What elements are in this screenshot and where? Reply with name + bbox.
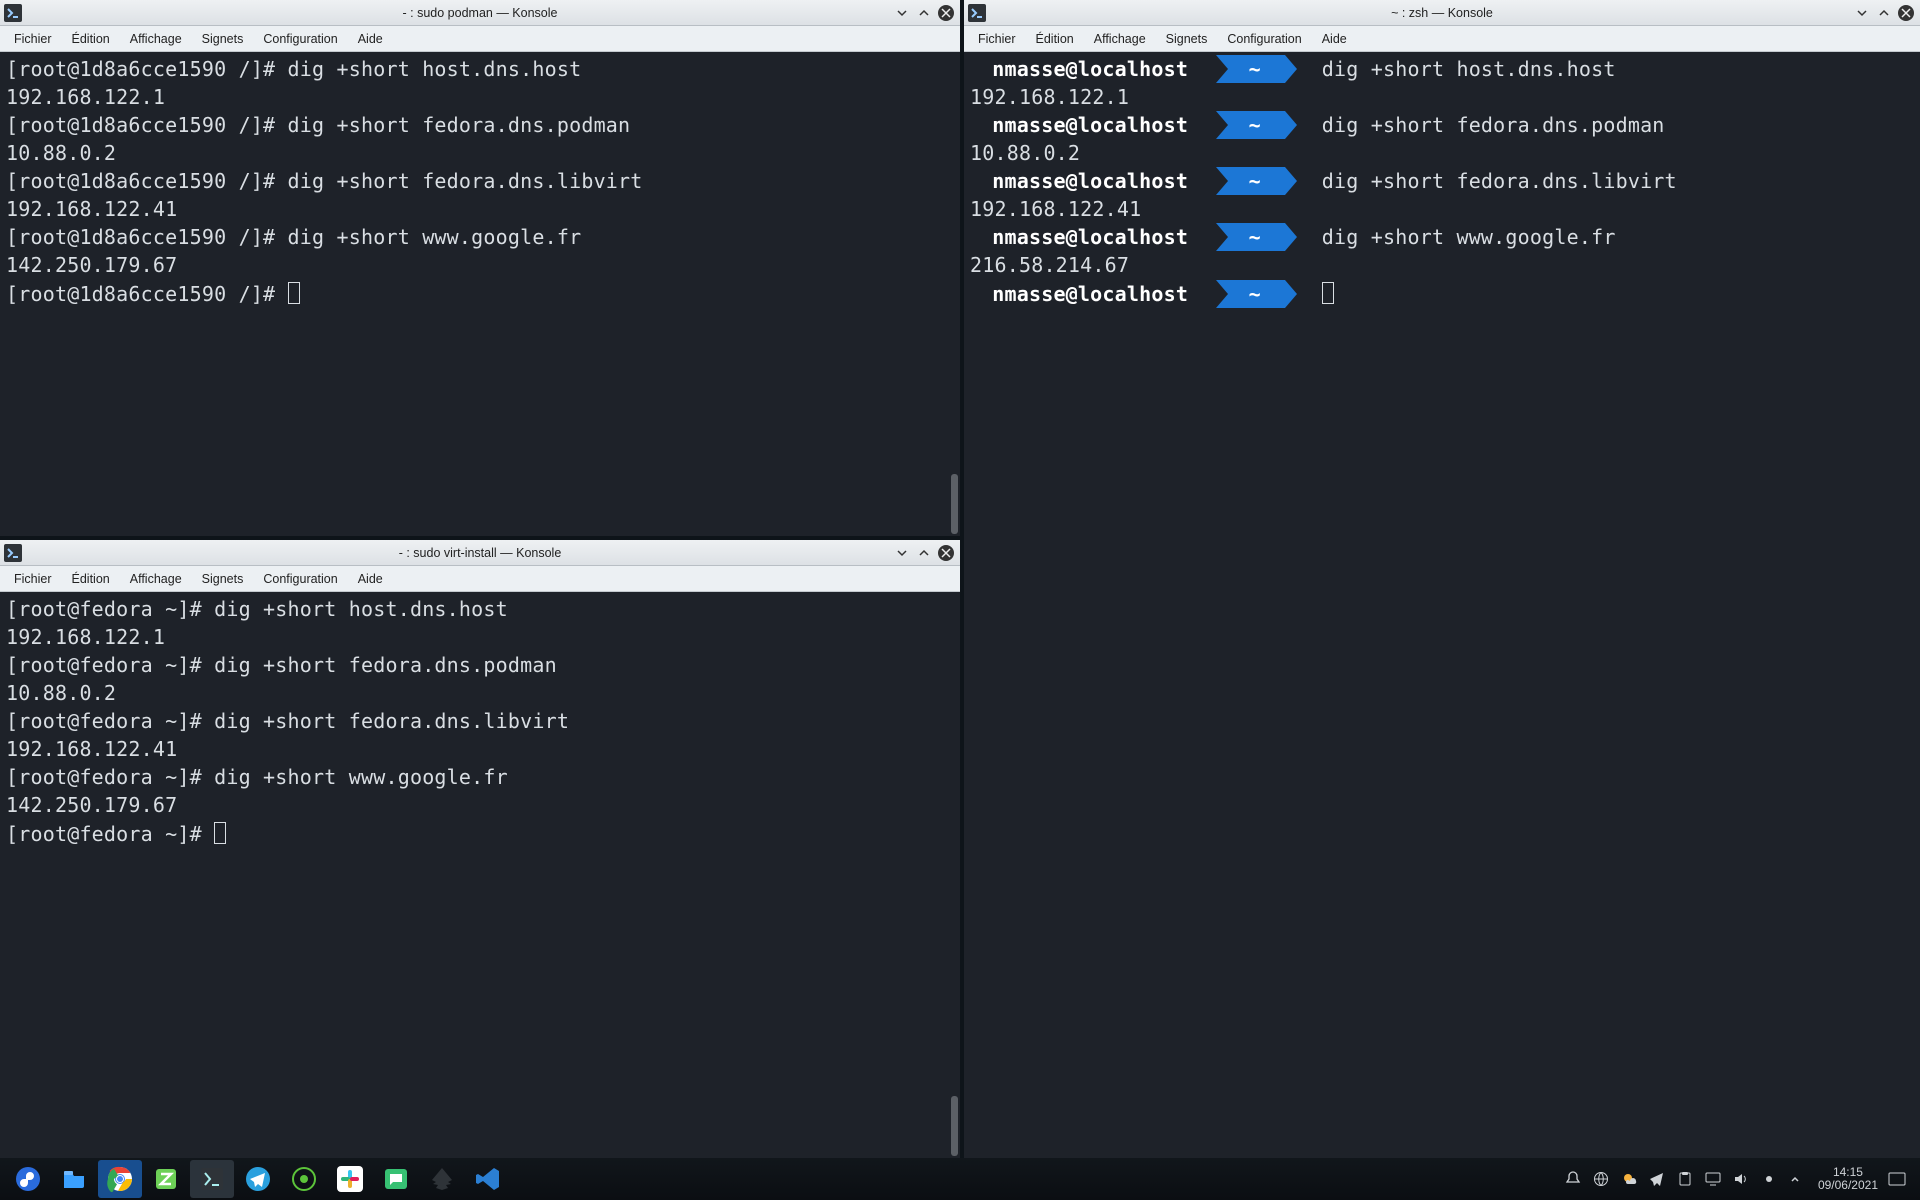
konsole-icon bbox=[4, 544, 22, 562]
taskbar-spotify-alt[interactable] bbox=[282, 1160, 326, 1198]
menu-bookmarks[interactable]: Signets bbox=[194, 569, 252, 589]
scrollbar[interactable] bbox=[951, 1096, 958, 1156]
tray-expand-icon[interactable] bbox=[1790, 1174, 1808, 1184]
menu-help[interactable]: Aide bbox=[350, 29, 391, 49]
menu-edit[interactable]: Édition bbox=[1028, 29, 1082, 49]
taskbar-telegram[interactable] bbox=[236, 1160, 280, 1198]
menubar: Fichier Édition Affichage Signets Config… bbox=[0, 566, 960, 592]
minimize-button[interactable] bbox=[1854, 5, 1870, 21]
minimize-button[interactable] bbox=[894, 545, 910, 561]
taskbar-zim[interactable] bbox=[144, 1160, 188, 1198]
system-tray bbox=[1564, 1170, 1786, 1188]
terminal-output[interactable]: nmasse@localhost ~ dig +short host.dns.h… bbox=[964, 52, 1920, 1158]
show-desktop-button[interactable] bbox=[1888, 1172, 1914, 1186]
updates-icon[interactable] bbox=[1760, 1170, 1778, 1188]
window-konsole-podman: - : sudo podman — Konsole Fichier Éditio… bbox=[0, 0, 960, 536]
taskbar-file-manager[interactable] bbox=[52, 1160, 96, 1198]
menu-view[interactable]: Affichage bbox=[122, 569, 190, 589]
menubar: Fichier Édition Affichage Signets Config… bbox=[0, 26, 960, 52]
display-icon[interactable] bbox=[1704, 1170, 1722, 1188]
menu-view[interactable]: Affichage bbox=[122, 29, 190, 49]
scrollbar[interactable] bbox=[951, 474, 958, 534]
maximize-button[interactable] bbox=[1876, 5, 1892, 21]
window-title: ~ : zsh — Konsole bbox=[964, 6, 1920, 20]
network-icon[interactable] bbox=[1592, 1170, 1610, 1188]
taskbar-chat[interactable] bbox=[374, 1160, 418, 1198]
menu-file[interactable]: Fichier bbox=[6, 29, 60, 49]
menu-bookmarks[interactable]: Signets bbox=[1158, 29, 1216, 49]
window-title: - : sudo virt-install — Konsole bbox=[0, 546, 960, 560]
notifications-icon[interactable] bbox=[1564, 1170, 1582, 1188]
titlebar[interactable]: - : sudo virt-install — Konsole bbox=[0, 540, 960, 566]
maximize-button[interactable] bbox=[916, 5, 932, 21]
menu-file[interactable]: Fichier bbox=[6, 569, 60, 589]
konsole-icon bbox=[4, 4, 22, 22]
titlebar[interactable]: - : sudo podman — Konsole bbox=[0, 0, 960, 26]
window-konsole-zsh: ~ : zsh — Konsole Fichier Édition Affich… bbox=[964, 0, 1920, 1158]
taskbar-inkscape[interactable] bbox=[420, 1160, 464, 1198]
clipboard-icon[interactable] bbox=[1676, 1170, 1694, 1188]
window-konsole-virt-install: - : sudo virt-install — Konsole Fichier … bbox=[0, 540, 960, 1158]
menubar: Fichier Édition Affichage Signets Config… bbox=[964, 26, 1920, 52]
terminal-output[interactable]: [root@fedora ~]# dig +short host.dns.hos… bbox=[0, 592, 960, 1158]
konsole-icon bbox=[968, 4, 986, 22]
menu-settings[interactable]: Configuration bbox=[255, 569, 345, 589]
menu-settings[interactable]: Configuration bbox=[255, 29, 345, 49]
window-title: - : sudo podman — Konsole bbox=[0, 6, 960, 20]
menu-view[interactable]: Affichage bbox=[1086, 29, 1154, 49]
clock-date: 09/06/2021 bbox=[1818, 1179, 1878, 1192]
taskbar-slack[interactable] bbox=[328, 1160, 372, 1198]
menu-settings[interactable]: Configuration bbox=[1219, 29, 1309, 49]
taskbar-fedora-menu[interactable] bbox=[6, 1160, 50, 1198]
telegram-tray-icon[interactable] bbox=[1648, 1170, 1666, 1188]
taskbar: 14:15 09/06/2021 bbox=[0, 1158, 1920, 1200]
titlebar[interactable]: ~ : zsh — Konsole bbox=[964, 0, 1920, 26]
volume-icon[interactable] bbox=[1732, 1170, 1750, 1188]
weather-icon[interactable] bbox=[1620, 1170, 1638, 1188]
close-button[interactable] bbox=[1898, 5, 1914, 21]
clock[interactable]: 14:15 09/06/2021 bbox=[1818, 1166, 1878, 1192]
close-button[interactable] bbox=[938, 545, 954, 561]
menu-help[interactable]: Aide bbox=[1314, 29, 1355, 49]
taskbar-chrome[interactable] bbox=[98, 1160, 142, 1198]
taskbar-vscode[interactable] bbox=[466, 1160, 510, 1198]
taskbar-konsole[interactable] bbox=[190, 1160, 234, 1198]
maximize-button[interactable] bbox=[916, 545, 932, 561]
minimize-button[interactable] bbox=[894, 5, 910, 21]
menu-bookmarks[interactable]: Signets bbox=[194, 29, 252, 49]
menu-edit[interactable]: Édition bbox=[64, 29, 118, 49]
menu-file[interactable]: Fichier bbox=[970, 29, 1024, 49]
menu-help[interactable]: Aide bbox=[350, 569, 391, 589]
close-button[interactable] bbox=[938, 5, 954, 21]
menu-edit[interactable]: Édition bbox=[64, 569, 118, 589]
terminal-output[interactable]: [root@1d8a6cce1590 /]# dig +short host.d… bbox=[0, 52, 960, 536]
